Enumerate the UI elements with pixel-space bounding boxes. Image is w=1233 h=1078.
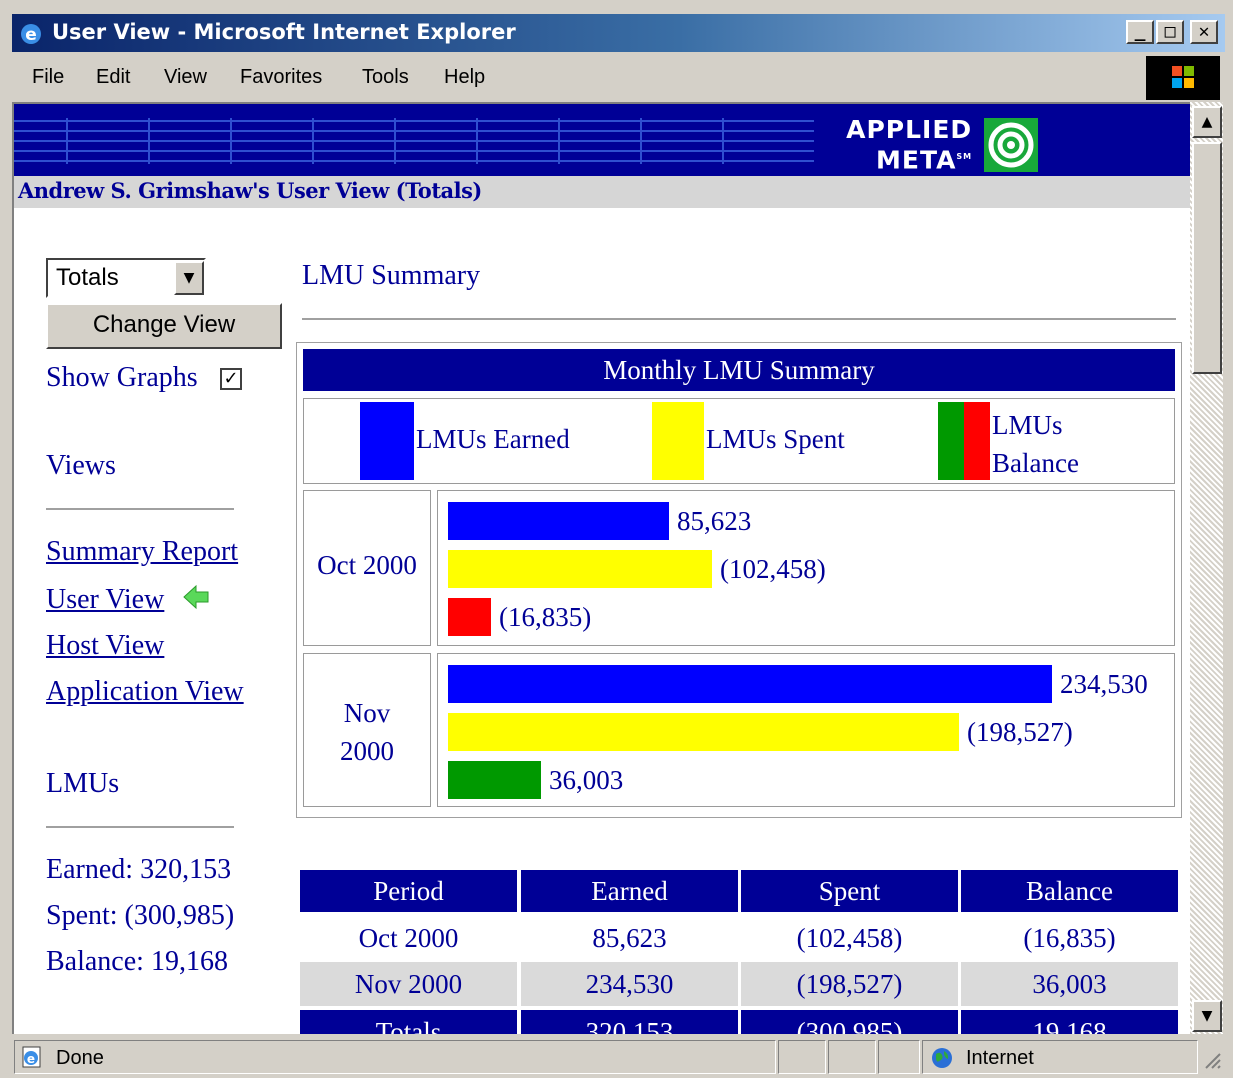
scroll-down-button[interactable]: ▼ [1192,1000,1222,1032]
table-cell: (102,458) [796,923,903,953]
scroll-up-button[interactable]: ▲ [1192,106,1222,138]
bar-value-label: (198,527) [967,717,1073,747]
balance-bar [448,598,491,636]
table-cell: 234,530 [521,962,738,1006]
bar-value-label: (16,835) [499,602,592,632]
status-panel [878,1040,920,1074]
status-panel [828,1040,876,1074]
status-panel [778,1040,826,1074]
page-done-icon: e [20,1046,44,1068]
table-header-period: Period [300,870,517,912]
spent-bar [448,713,959,751]
table-cell: (198,527) [741,962,958,1006]
scroll-thumb[interactable] [1192,142,1222,374]
table-cell: Oct 2000 [358,923,459,953]
table-cell: 36,003 [961,962,1178,1006]
security-zone-text: Internet [966,1047,1034,1069]
status-text: Done [56,1047,104,1069]
globe-icon [930,1046,954,1070]
resize-grip-icon[interactable] [1202,1050,1222,1070]
bar-value-label: (102,458) [720,554,826,584]
table-cell: Nov 2000 [300,962,517,1006]
svg-text:e: e [27,1052,35,1066]
table-cell: 85,623 [592,923,667,953]
bar-value-label: 234,530 [1060,669,1148,699]
status-main-panel [14,1040,776,1074]
table-header-balance: Balance [961,870,1178,912]
table-cell: (16,835) [1023,923,1116,953]
spent-bar [448,550,712,588]
bar-value-label: 36,003 [549,765,624,795]
balance-bar [448,761,541,799]
earned-bar [448,502,669,540]
earned-bar [448,665,1052,703]
bar-value-label: 85,623 [677,506,752,536]
table-header-spent: Spent [741,870,958,912]
security-zone-panel [922,1040,1198,1074]
table-header-earned: Earned [521,870,738,912]
